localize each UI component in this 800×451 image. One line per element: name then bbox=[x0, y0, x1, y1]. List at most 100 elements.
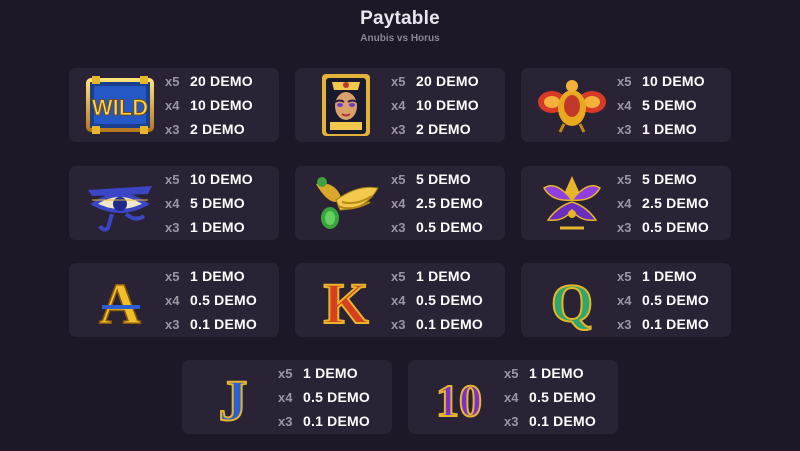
symbol-card-letter-j: J x5 1 DEMO x4 0.5 DEMO x3 0.1 DEMO bbox=[182, 360, 392, 434]
payout-amount: 5 DEMO bbox=[642, 170, 697, 187]
symbol-card-winged-ankh: x5 5 DEMO x4 2.5 DEMO x3 0.5 DEMO bbox=[295, 166, 505, 240]
letter-k-icon: K bbox=[305, 265, 387, 335]
payout-line: x3 0.5 DEMO bbox=[617, 218, 709, 237]
letter-a-icon: A bbox=[79, 265, 161, 335]
payout-multiplier: x5 bbox=[278, 365, 293, 381]
payout-multiplier: x5 bbox=[617, 171, 632, 187]
payout-line: x4 0.5 DEMO bbox=[504, 388, 596, 407]
page-title: Paytable bbox=[360, 8, 440, 29]
payout-line: x5 20 DEMO bbox=[391, 72, 479, 91]
payout-line: x5 1 DEMO bbox=[278, 364, 370, 383]
letter-10-icon: 10 bbox=[418, 362, 500, 432]
page-subtitle: Anubis vs Horus bbox=[360, 33, 440, 44]
payout-multiplier: x4 bbox=[617, 97, 632, 113]
payout-multiplier: x3 bbox=[504, 413, 519, 429]
payout-multiplier: x4 bbox=[165, 292, 180, 308]
payout-multiplier: x3 bbox=[617, 121, 632, 137]
payout-amount: 0.5 DEMO bbox=[303, 388, 370, 405]
payout-amount: 1 DEMO bbox=[529, 364, 584, 381]
payout-line: x4 0.5 DEMO bbox=[391, 291, 483, 310]
payout-list: x5 1 DEMO x4 0.5 DEMO x3 0.1 DEMO bbox=[165, 267, 257, 334]
payout-multiplier: x3 bbox=[391, 219, 406, 235]
payout-amount: 0.5 DEMO bbox=[416, 291, 483, 308]
wild-icon: WILD bbox=[79, 70, 161, 140]
payout-list: x5 10 DEMO x4 5 DEMO x3 1 DEMO bbox=[617, 72, 705, 139]
winged-ankh-icon bbox=[305, 168, 387, 238]
svg-text:10: 10 bbox=[436, 375, 482, 426]
symbol-card-letter-q: Q x5 1 DEMO x4 0.5 DEMO x3 0.1 DEMO bbox=[521, 263, 731, 337]
payout-line: x4 2.5 DEMO bbox=[617, 194, 709, 213]
paytable-row: x5 10 DEMO x4 5 DEMO x3 1 DEMO x5 5 DEMO x4 2.5 … bbox=[0, 166, 800, 240]
payout-line: x5 10 DEMO bbox=[617, 72, 705, 91]
payout-multiplier: x4 bbox=[391, 292, 406, 308]
payout-amount: 0.1 DEMO bbox=[416, 315, 483, 332]
payout-multiplier: x3 bbox=[165, 121, 180, 137]
payout-amount: 1 DEMO bbox=[642, 120, 697, 137]
payout-line: x5 5 DEMO bbox=[617, 170, 709, 189]
payout-amount: 0.1 DEMO bbox=[529, 412, 596, 429]
payout-list: x5 20 DEMO x4 10 DEMO x3 2 DEMO bbox=[391, 72, 479, 139]
payout-amount: 1 DEMO bbox=[416, 267, 471, 284]
payout-list: x5 5 DEMO x4 2.5 DEMO x3 0.5 DEMO bbox=[617, 170, 709, 237]
payout-amount: 0.5 DEMO bbox=[642, 291, 709, 308]
payout-line: x4 5 DEMO bbox=[617, 96, 705, 115]
payout-list: x5 10 DEMO x4 5 DEMO x3 1 DEMO bbox=[165, 170, 253, 237]
payout-amount: 10 DEMO bbox=[416, 96, 479, 113]
svg-text:Q: Q bbox=[551, 273, 593, 333]
symbol-card-letter-a: A x5 1 DEMO x4 0.5 DEMO x3 0.1 DEMO bbox=[69, 263, 279, 337]
symbol-card-cleopatra: x5 20 DEMO x4 10 DEMO x3 2 DEMO bbox=[295, 68, 505, 142]
payout-line: x4 2.5 DEMO bbox=[391, 194, 483, 213]
payout-line: x3 0.1 DEMO bbox=[391, 315, 483, 334]
payout-multiplier: x5 bbox=[391, 268, 406, 284]
paytable-row: WILD x5 20 DEMO x4 10 DEMO x3 2 DEMO x5 20 DEM… bbox=[0, 68, 800, 142]
payout-line: x3 2 DEMO bbox=[165, 120, 253, 139]
payout-multiplier: x4 bbox=[617, 195, 632, 211]
payout-amount: 5 DEMO bbox=[642, 96, 697, 113]
svg-text:A: A bbox=[99, 271, 141, 333]
payout-line: x5 1 DEMO bbox=[165, 267, 257, 286]
payout-amount: 0.1 DEMO bbox=[303, 412, 370, 429]
payout-amount: 1 DEMO bbox=[190, 218, 245, 235]
payout-multiplier: x4 bbox=[504, 389, 519, 405]
paytable-row: J x5 1 DEMO x4 0.5 DEMO x3 0.1 DEMO 10 x5 1 DE… bbox=[0, 360, 800, 434]
payout-line: x3 0.5 DEMO bbox=[391, 218, 483, 237]
payout-amount: 10 DEMO bbox=[190, 170, 253, 187]
payout-list: x5 1 DEMO x4 0.5 DEMO x3 0.1 DEMO bbox=[391, 267, 483, 334]
payout-line: x3 0.1 DEMO bbox=[278, 412, 370, 431]
eye-of-horus-icon bbox=[79, 168, 161, 238]
payout-list: x5 1 DEMO x4 0.5 DEMO x3 0.1 DEMO bbox=[617, 267, 709, 334]
symbol-card-scarab: x5 10 DEMO x4 5 DEMO x3 1 DEMO bbox=[521, 68, 731, 142]
payout-line: x3 0.1 DEMO bbox=[504, 412, 596, 431]
payout-amount: 0.5 DEMO bbox=[190, 291, 257, 308]
payout-line: x4 0.5 DEMO bbox=[165, 291, 257, 310]
payout-amount: 0.5 DEMO bbox=[529, 388, 596, 405]
payout-multiplier: x4 bbox=[278, 389, 293, 405]
payout-amount: 1 DEMO bbox=[642, 267, 697, 284]
header: Paytable Anubis vs Horus bbox=[0, 8, 800, 44]
payout-amount: 0.1 DEMO bbox=[190, 315, 257, 332]
payout-multiplier: x5 bbox=[165, 171, 180, 187]
payout-line: x4 0.5 DEMO bbox=[278, 388, 370, 407]
payout-line: x5 1 DEMO bbox=[391, 267, 483, 286]
paytable-row: A x5 1 DEMO x4 0.5 DEMO x3 0.1 DEMO K x5 1 DEM… bbox=[0, 263, 800, 337]
payout-multiplier: x3 bbox=[617, 219, 632, 235]
symbol-card-wild: WILD x5 20 DEMO x4 10 DEMO x3 2 DEMO bbox=[69, 68, 279, 142]
svg-text:WILD: WILD bbox=[92, 95, 148, 120]
payout-line: x3 0.1 DEMO bbox=[617, 315, 709, 334]
payout-line: x3 2 DEMO bbox=[391, 120, 479, 139]
payout-amount: 20 DEMO bbox=[190, 72, 253, 89]
payout-amount: 0.5 DEMO bbox=[642, 218, 709, 235]
payout-list: x5 1 DEMO x4 0.5 DEMO x3 0.1 DEMO bbox=[278, 364, 370, 431]
payout-list: x5 20 DEMO x4 10 DEMO x3 2 DEMO bbox=[165, 72, 253, 139]
payout-multiplier: x4 bbox=[165, 97, 180, 113]
payout-line: x5 20 DEMO bbox=[165, 72, 253, 91]
lotus-icon bbox=[531, 168, 613, 238]
payout-line: x5 1 DEMO bbox=[504, 364, 596, 383]
payout-amount: 2 DEMO bbox=[416, 120, 471, 137]
payout-amount: 1 DEMO bbox=[303, 364, 358, 381]
payout-amount: 0.5 DEMO bbox=[416, 218, 483, 235]
payout-line: x4 0.5 DEMO bbox=[617, 291, 709, 310]
payout-line: x4 10 DEMO bbox=[165, 96, 253, 115]
payout-multiplier: x3 bbox=[165, 316, 180, 332]
svg-text:K: K bbox=[323, 271, 368, 333]
